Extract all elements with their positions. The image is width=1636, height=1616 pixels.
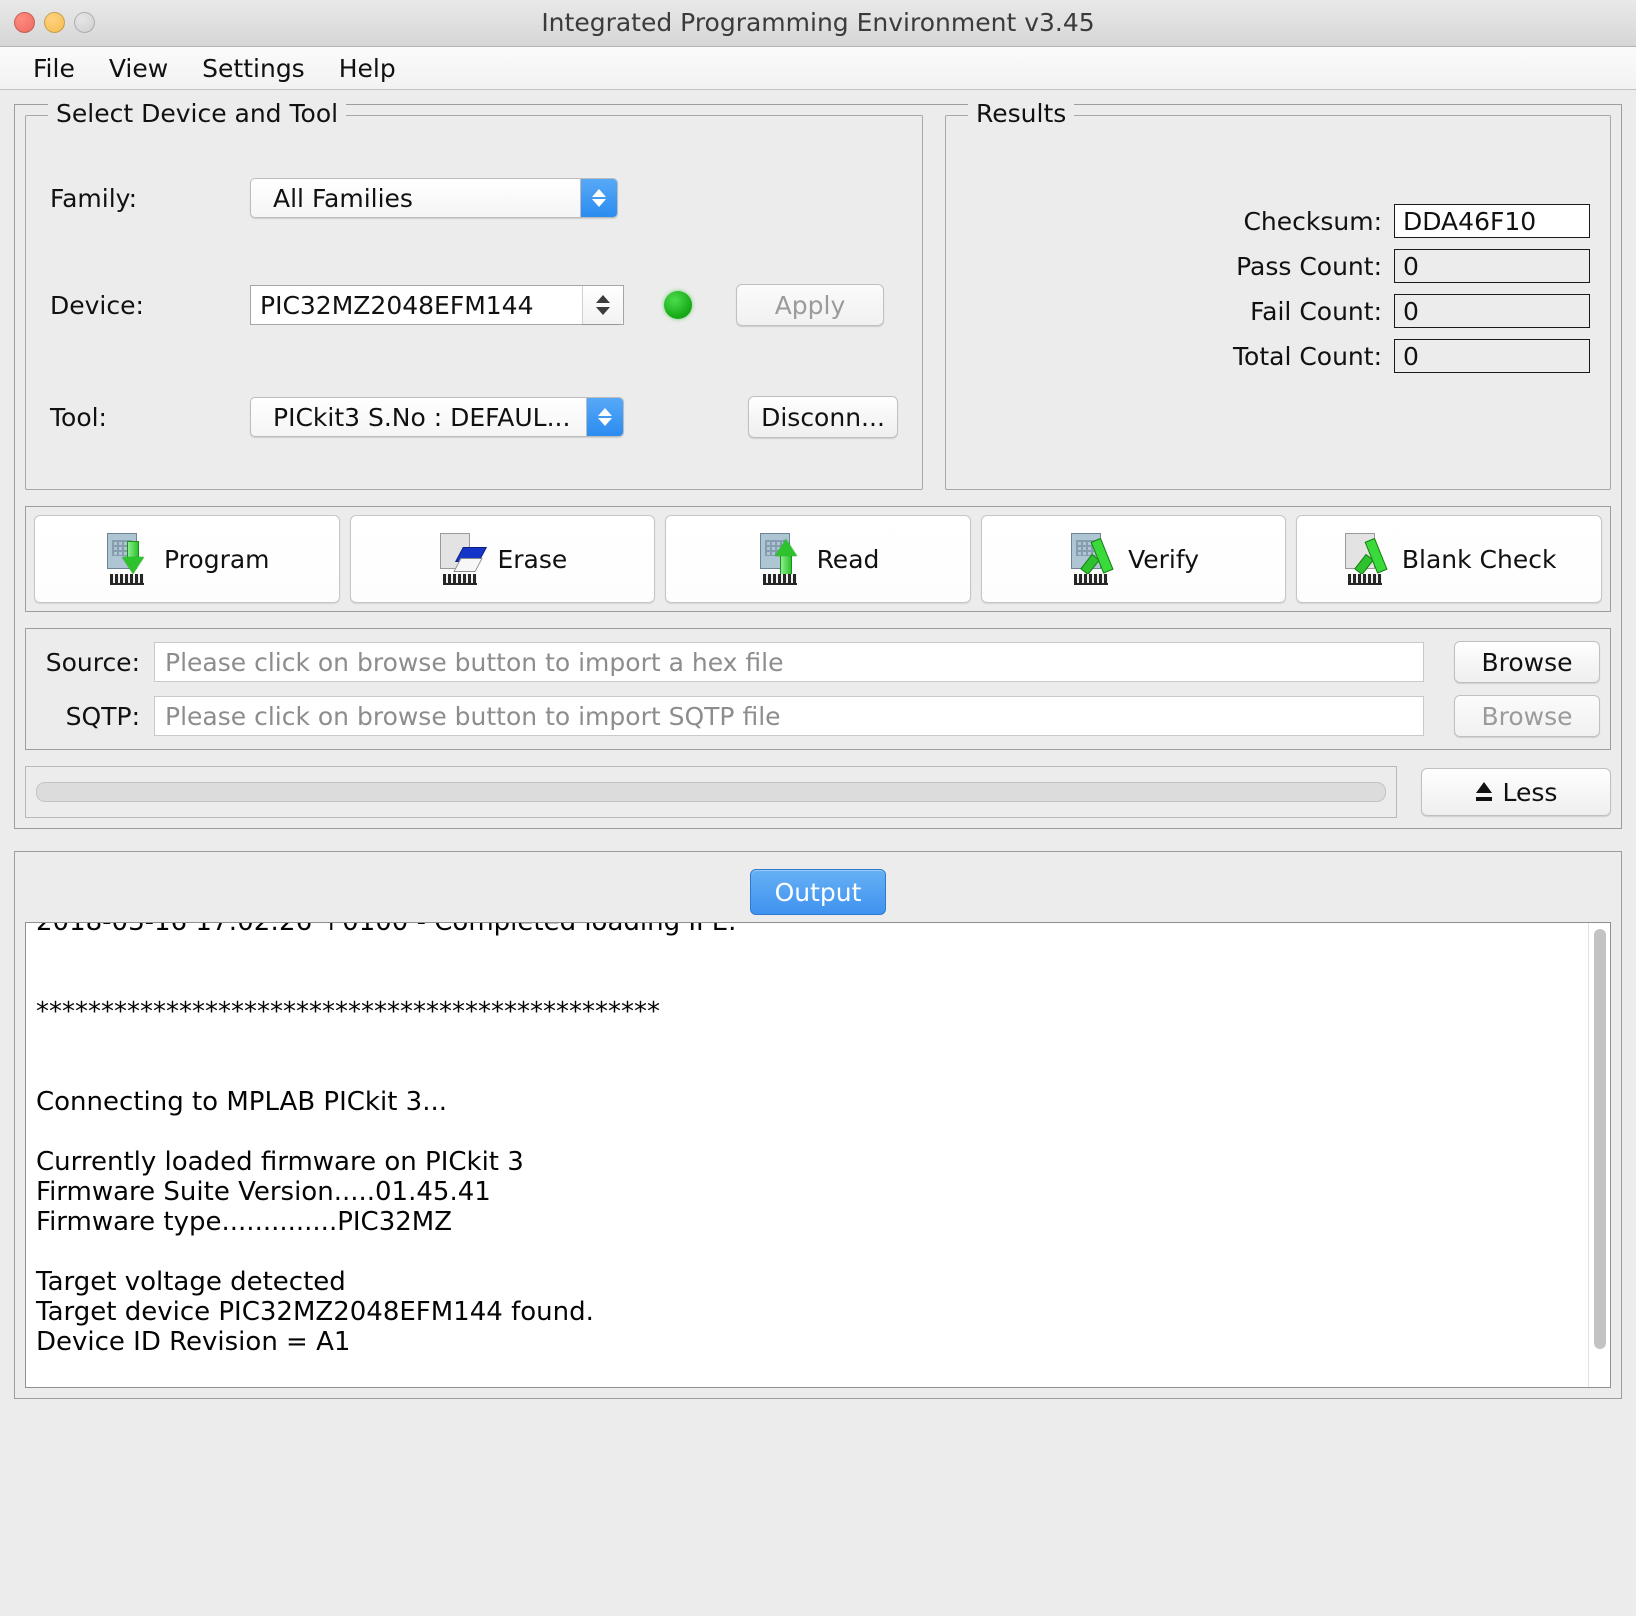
app-window: Integrated Programming Environment v3.45… [0,0,1636,1616]
device-combobox[interactable]: PIC32MZ2048EFM144 [250,285,624,325]
results-legend: Results [968,101,1075,126]
program-button-label: Program [164,544,270,574]
checksum-row: Checksum: DDA46F10 [946,204,1590,238]
menu-help[interactable]: Help [322,56,413,81]
pass-count-row: Pass Count: 0 [946,249,1590,283]
sqtp-input[interactable]: Please click on browse button to import … [154,696,1424,736]
read-button-label: Read [816,544,880,574]
total-count-field: 0 [1394,339,1590,373]
verify-icon [1068,533,1114,585]
progress-bar [25,766,1397,818]
blank-check-button-label: Blank Check [1401,544,1557,574]
title-bar: Integrated Programming Environment v3.45 [0,0,1636,47]
verify-button[interactable]: Verify [980,515,1287,603]
eject-up-icon [1475,782,1493,802]
erase-button-label: Erase [497,544,568,574]
operation-buttons-bar: Program Erase Read Verify Blank Check [25,506,1611,612]
less-toggle-button[interactable]: Less [1421,768,1611,816]
results-list: Checksum: DDA46F10 Pass Count: 0 Fail Co… [946,116,1610,373]
family-label: Family: [50,183,138,213]
results-group: Results Checksum: DDA46F10 Pass Count: 0… [945,101,1611,490]
family-combobox[interactable]: All Families [250,178,618,218]
source-label: Source: [45,647,140,677]
menu-bar: File View Settings Help [0,47,1636,90]
pass-count-field: 0 [1394,249,1590,283]
main-content: Select Device and Tool Family: All Famil… [0,90,1636,1616]
tab-output[interactable]: Output [749,869,887,915]
family-value: All Families [273,183,413,213]
output-panel: Output 2018-03-16 17:02:26 +0100 - Compl… [14,851,1622,1399]
tool-value: PICkit3 S.No : DEFAUL... [273,402,571,432]
total-count-label: Total Count: [1233,341,1382,371]
less-toggle-label: Less [1502,777,1558,807]
read-icon [757,533,803,585]
menu-view[interactable]: View [92,56,185,81]
sqtp-row: SQTP: Please click on browse button to i… [36,695,1600,737]
select-device-and-tool-group: Select Device and Tool Family: All Famil… [25,101,923,490]
output-scrollbar-thumb[interactable] [1593,929,1606,1349]
program-icon [104,533,150,585]
select-device-and-tool-legend: Select Device and Tool [48,101,347,126]
program-button[interactable]: Program [34,515,340,603]
menu-settings[interactable]: Settings [185,56,322,81]
sqtp-browse-button[interactable]: Browse [1454,695,1600,737]
tool-row: Tool: PICkit3 S.No : DEFAUL... Disconn..… [50,396,898,438]
source-browse-button[interactable]: Browse [1454,641,1600,683]
output-log-text: 2018-03-16 17:02:26 +0100 - Completed lo… [36,922,737,1357]
family-stepper-icon[interactable] [580,179,617,217]
progress-track [36,782,1386,802]
fail-count-label: Fail Count: [1250,296,1382,326]
pass-count-label: Pass Count: [1236,251,1382,281]
connection-status-led-icon [664,291,692,319]
tool-label: Tool: [50,402,107,432]
read-button[interactable]: Read [665,515,971,603]
window-title: Integrated Programming Environment v3.45 [541,8,1095,37]
checksum-field[interactable]: DDA46F10 [1394,204,1590,238]
tool-combobox[interactable]: PICkit3 S.No : DEFAUL... [250,397,624,437]
device-stepper-icon[interactable] [582,286,623,324]
tool-stepper-icon[interactable] [586,398,623,436]
erase-button[interactable]: Erase [349,515,656,603]
output-console[interactable]: 2018-03-16 17:02:26 +0100 - Completed lo… [25,922,1611,1388]
apply-button[interactable]: Apply [736,284,884,326]
blank-check-button[interactable]: Blank Check [1296,515,1602,603]
sqtp-label: SQTP: [65,701,140,731]
configuration-panel: Select Device and Tool Family: All Famil… [14,101,1622,829]
family-row: Family: All Families [50,178,618,218]
top-row: Select Device and Tool Family: All Famil… [25,101,1611,490]
total-count-row: Total Count: 0 [946,339,1590,373]
file-inputs-bar: Source: Please click on browse button to… [25,628,1611,750]
fail-count-field: 0 [1394,294,1590,328]
source-input[interactable]: Please click on browse button to import … [154,642,1424,682]
verify-button-label: Verify [1128,544,1200,574]
checksum-label: Checksum: [1243,206,1382,236]
device-label: Device: [50,290,144,320]
device-row: Device: PIC32MZ2048EFM144 Apply [50,284,884,326]
fail-count-row: Fail Count: 0 [946,294,1590,328]
menu-file[interactable]: File [16,56,92,81]
erase-icon [437,533,488,585]
source-row: Source: Please click on browse button to… [36,641,1600,683]
device-value: PIC32MZ2048EFM144 [260,290,534,320]
output-tabstrip: Output [25,862,1611,922]
blank-check-icon [1342,533,1388,585]
progress-row: Less [25,766,1611,818]
output-scrollbar[interactable] [1588,923,1610,1387]
disconnect-button[interactable]: Disconn... [748,396,898,438]
